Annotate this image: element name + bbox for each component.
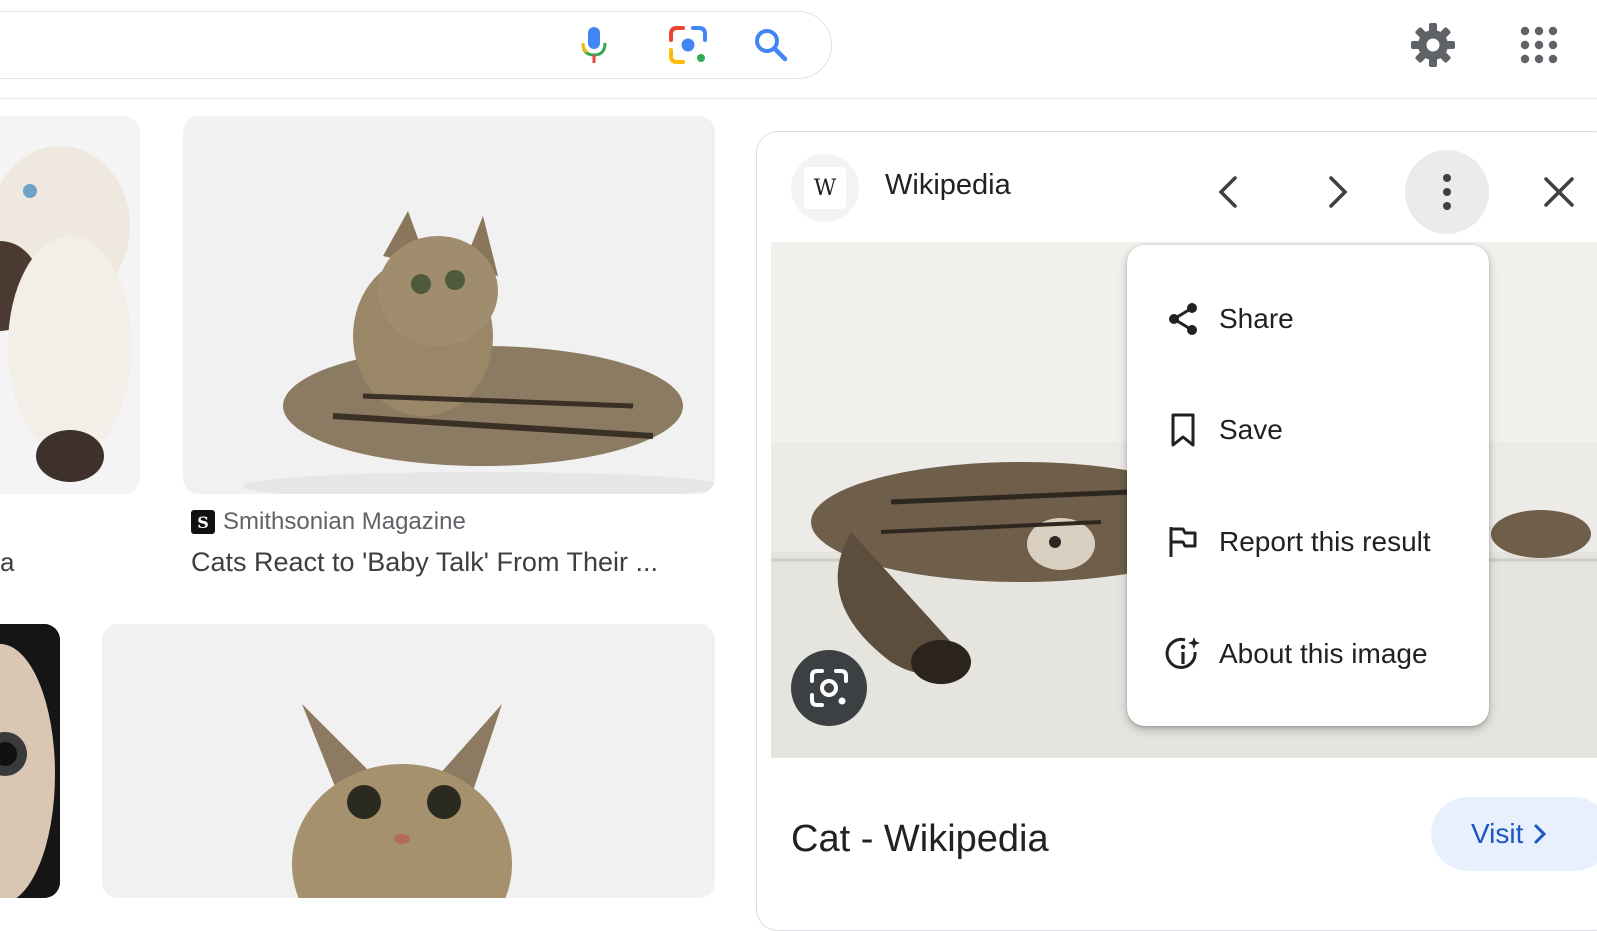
menu-item-save[interactable]: Save xyxy=(1127,382,1489,478)
search-inside-image-button[interactable] xyxy=(791,650,867,726)
source-favicon: S xyxy=(191,510,215,534)
search-icon[interactable] xyxy=(748,22,794,68)
flag-icon xyxy=(1163,522,1203,562)
gear-icon[interactable] xyxy=(1406,20,1460,70)
wikipedia-logo: W xyxy=(804,167,846,209)
menu-item-report[interactable]: Report this result xyxy=(1127,494,1489,590)
bookmark-icon xyxy=(1163,410,1203,450)
source-name: Smithsonian Magazine xyxy=(223,508,466,535)
visit-button[interactable]: Visit xyxy=(1431,797,1597,871)
apps-grid-icon[interactable] xyxy=(1512,20,1566,70)
info-sparkle-icon xyxy=(1163,634,1203,674)
top-bar xyxy=(0,0,1597,99)
result-caption: a xyxy=(0,547,15,577)
next-button[interactable] xyxy=(1305,154,1369,230)
image-result-thumbnail[interactable] xyxy=(0,624,60,898)
page-title[interactable]: Cat - Wikipedia xyxy=(791,818,1049,861)
site-name[interactable]: Wikipedia xyxy=(885,169,1011,202)
lens-icon xyxy=(810,669,848,707)
menu-item-about-image[interactable]: About this image xyxy=(1127,606,1489,702)
menu-item-label: Save xyxy=(1219,414,1283,445)
chevron-right-icon xyxy=(1329,176,1348,208)
menu-item-label: Share xyxy=(1219,303,1294,334)
more-options-button[interactable] xyxy=(1405,150,1489,234)
image-result-thumbnail[interactable] xyxy=(0,116,140,494)
close-icon xyxy=(1544,177,1574,207)
site-favicon[interactable]: W xyxy=(791,154,859,222)
image-result-thumbnail[interactable] xyxy=(102,624,715,898)
close-button[interactable] xyxy=(1527,154,1591,230)
result-source[interactable]: S Smithsonian Magazine xyxy=(191,508,466,536)
result-title[interactable]: Cats React to 'Baby Talk' From Their ... xyxy=(191,547,658,578)
visit-label: Visit xyxy=(1471,818,1524,849)
chevron-left-icon xyxy=(1218,176,1237,208)
more-vert-icon xyxy=(1443,174,1451,210)
menu-item-label: Report this result xyxy=(1219,526,1431,557)
lens-icon[interactable] xyxy=(664,22,712,68)
more-options-menu: Share Save Report this result About this… xyxy=(1127,245,1489,726)
menu-item-share[interactable]: Share xyxy=(1127,271,1489,367)
menu-item-label: About this image xyxy=(1219,638,1428,669)
image-result-thumbnail[interactable] xyxy=(183,116,715,494)
mic-icon[interactable] xyxy=(572,22,616,68)
chevron-right-icon xyxy=(1534,824,1547,844)
share-icon xyxy=(1163,299,1203,339)
previous-button[interactable] xyxy=(1197,154,1261,230)
